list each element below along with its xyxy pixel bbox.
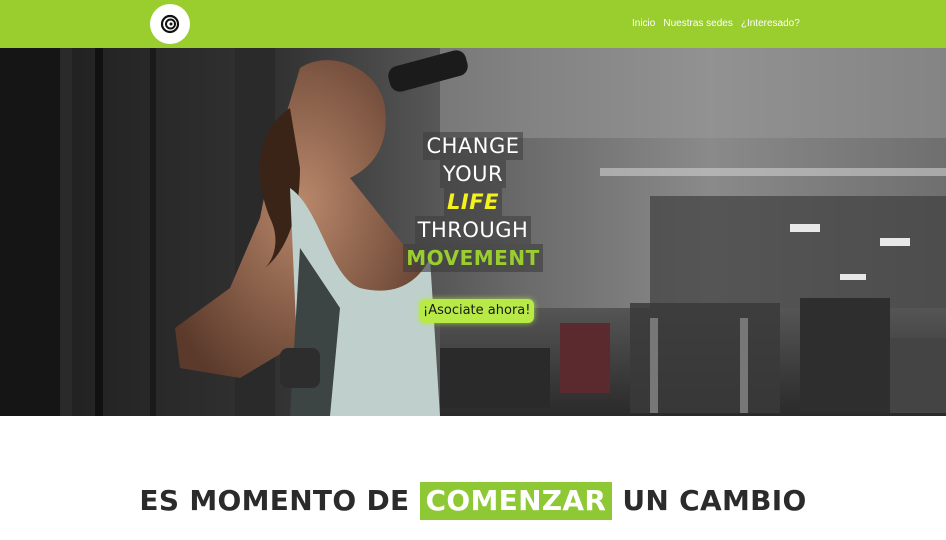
tagline-line-change: CHANGE	[423, 132, 523, 160]
tagline-line-through: THROUGH	[414, 216, 532, 244]
nav-link-nuestras-sedes[interactable]: Nuestras sedes	[663, 18, 732, 30]
tagline-line-life: LIFE	[444, 188, 502, 216]
heading-highlight: COMENZAR	[419, 482, 613, 520]
section-heading: ES MOMENTO DE COMENZAR UN CAMBIO	[0, 482, 946, 520]
site-logo[interactable]	[150, 4, 190, 44]
tagline-line-your: YOUR	[439, 160, 507, 188]
hero-tagline: CHANGE YOUR LIFE THROUGH MOVEMENT	[0, 132, 946, 272]
nav-link-inicio[interactable]: Inicio	[632, 18, 655, 30]
spiral-logo-icon	[160, 14, 180, 34]
main-nav: Inicio Nuestras sedes ¿Interesado?	[632, 18, 800, 30]
nav-link-interesado[interactable]: ¿Interesado?	[741, 18, 800, 30]
heading-text-after: UN CAMBIO	[622, 484, 807, 517]
top-navbar: Inicio Nuestras sedes ¿Interesado?	[0, 0, 946, 48]
heading-text-before: ES MOMENTO DE	[139, 484, 410, 517]
join-now-button[interactable]: ¡Asociate ahora!	[419, 299, 535, 323]
hero-banner: CHANGE YOUR LIFE THROUGH MOVEMENT ¡Asoci…	[0, 48, 946, 416]
tagline-line-movement: MOVEMENT	[403, 244, 543, 272]
